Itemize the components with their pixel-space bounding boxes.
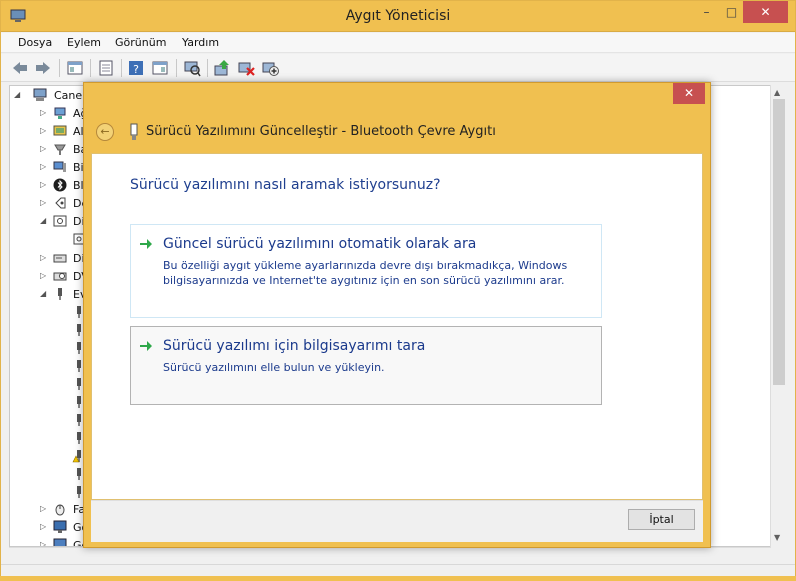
tree-expand-arrow[interactable]: ▷ [40,108,46,117]
tree-label: Al [73,125,84,138]
minimize-button[interactable]: – [693,1,720,23]
port-icon [55,197,66,209]
tree-expand-arrow[interactable]: ▷ [40,126,46,135]
dialog-footer: İptal [91,500,703,542]
search-automatically-option[interactable]: Güncel sürücü yazılımını otomatik olarak… [130,224,602,318]
menu-dosya[interactable]: Dosya [18,36,52,49]
tree-expand-arrow[interactable]: ◢ [40,216,46,225]
option-title: Güncel sürücü yazılımını otomatik olarak… [163,236,477,252]
disk-drive-icon [53,215,67,227]
tree-expand-arrow[interactable]: ▷ [40,271,46,280]
computer-icon [53,161,66,172]
green-arrow-icon [140,239,152,249]
back-arrow-icon[interactable]: ← [96,123,114,141]
scrollbar-thumb[interactable] [773,99,785,385]
dialog-question: Sürücü yazılımını nasıl aramak istiyorsu… [130,177,441,193]
menu-gorunum[interactable]: Görünüm [115,36,166,49]
properties-icon[interactable] [97,59,115,77]
mouse-icon [55,504,65,516]
tree-expand-arrow[interactable]: ▷ [40,253,46,262]
status-bar [1,564,795,576]
option-title: Sürücü yazılımı için bilgisayarımı tara [163,338,426,354]
update-driver-dialog: ✕ ← Sürücü Yazılımını Güncelleştir - Blu… [83,82,711,548]
add-hardware-icon[interactable] [261,59,279,77]
tree-expand-arrow[interactable]: ▷ [40,162,46,171]
scroll-up-icon[interactable]: ▲ [774,88,780,97]
back-arrow-icon[interactable] [11,59,29,77]
disk-drive-icon [53,254,67,263]
tree-expand-arrow[interactable]: ◢ [40,289,46,298]
menu-bar: Dosya Eylem Görünüm Yardım [1,33,795,53]
dvd-drive-icon [53,272,67,281]
browse-computer-option[interactable]: Sürücü yazılımı için bilgisayarımı tara … [130,326,602,405]
title-bar[interactable]: Aygıt Yöneticisi – □ ✕ [1,1,795,32]
toolbar: ? [1,54,795,82]
cancel-button[interactable]: İptal [628,509,695,530]
tree-expand-arrow[interactable]: ▷ [40,522,46,531]
computer-icon [33,88,47,101]
horizontal-scrollbar[interactable] [9,547,771,564]
tree-expand-arrow[interactable]: ▷ [40,144,46,153]
close-button[interactable]: ✕ [743,1,788,23]
uninstall-device-icon[interactable] [237,59,255,77]
tree-expand-arrow[interactable]: ▷ [40,504,46,513]
dialog-content: Sürücü yazılımını nasıl aramak istiyorsu… [91,153,703,500]
option-description: Sürücü yazılımını elle bulun ve yükleyin… [163,361,385,374]
display-adapter-icon [53,125,67,136]
tree-expand-arrow[interactable]: ▷ [40,540,46,546]
display-icon [53,538,67,546]
maximize-button[interactable]: □ [718,1,745,23]
bluetooth-device-icon [58,288,62,300]
bluetooth-icon [53,178,67,192]
scroll-down-icon[interactable]: ▼ [774,533,780,542]
help-icon[interactable]: ? [127,59,145,77]
action-view-icon[interactable] [151,59,169,77]
dialog-title: Sürücü Yazılımını Güncelleştir - Bluetoo… [146,124,496,139]
menu-yardim[interactable]: Yardım [182,36,219,49]
tree-expand-arrow[interactable]: ▷ [40,180,46,189]
svg-text:?: ? [133,63,139,76]
scan-hardware-icon[interactable] [183,59,201,77]
dialog-header: ← Sürücü Yazılımını Güncelleştir - Bluet… [84,115,710,149]
vertical-scrollbar[interactable]: ▲ ▼ [770,85,787,547]
green-arrow-icon [140,341,152,351]
tree-expand-arrow[interactable]: ▷ [40,198,46,207]
tree-label: Caner [54,89,87,102]
option-description: Bu özelliği aygıt yükleme ayarlarınızda … [163,259,568,287]
window-title: Aygıt Yöneticisi [345,8,451,24]
show-hide-console-tree-icon[interactable] [66,59,84,77]
network-adapter-icon [54,107,66,119]
monitor-icon [53,520,67,533]
dialog-close-button[interactable]: ✕ [673,83,705,104]
usb-controller-icon [54,144,66,155]
bluetooth-device-icon [130,123,138,140]
forward-arrow-icon[interactable] [34,59,52,77]
update-driver-icon[interactable] [213,59,231,77]
tree-expand-arrow[interactable]: ◢ [14,90,20,99]
menu-eylem[interactable]: Eylem [67,36,101,49]
